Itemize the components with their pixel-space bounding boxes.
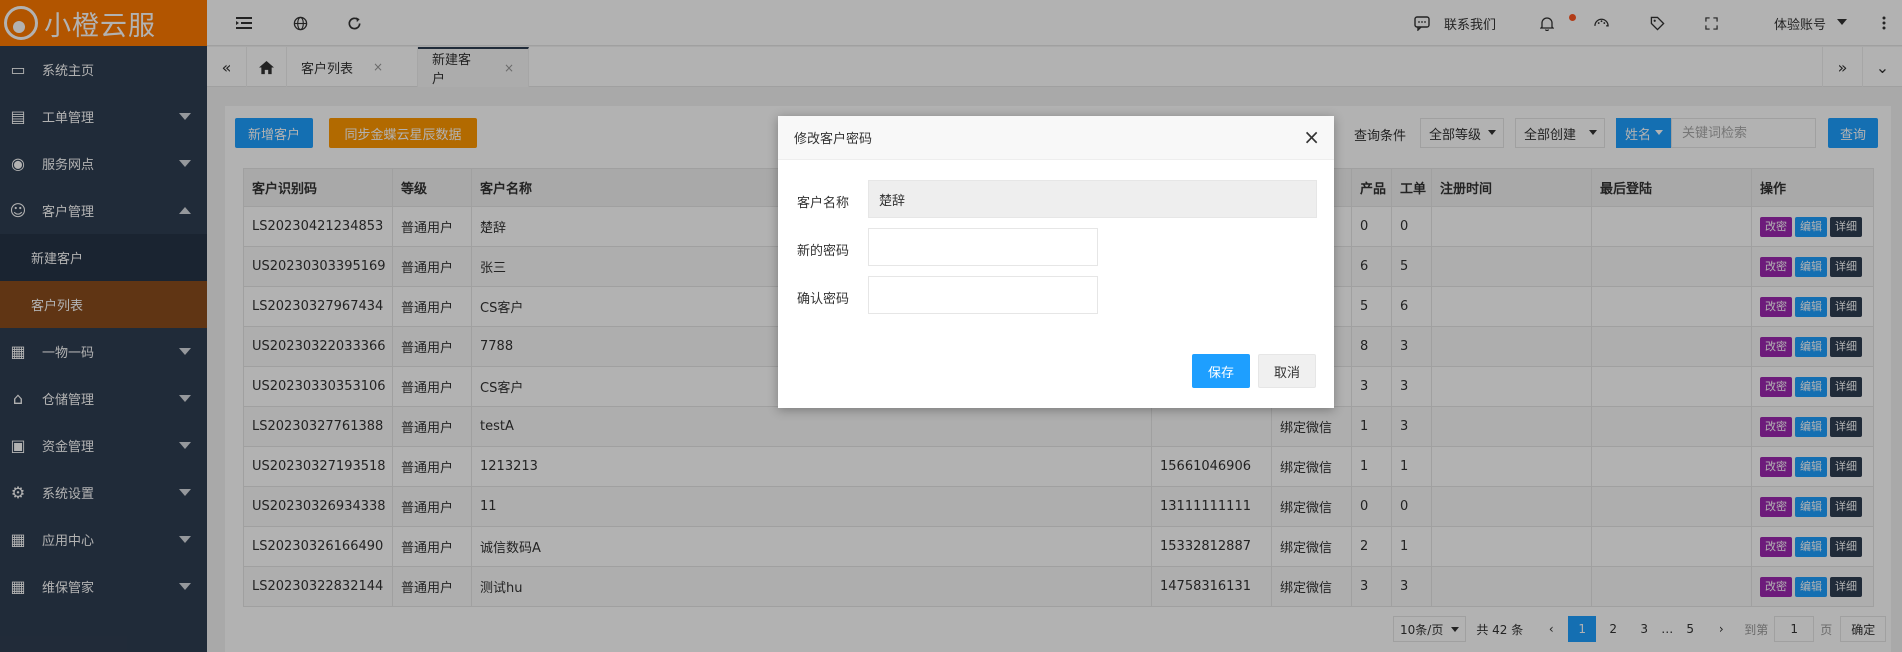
customer-name-label: 客户名称 <box>797 196 850 211</box>
new-password-label: 新的密码 <box>797 244 850 259</box>
modal-header: 修改客户密码 × <box>778 116 1334 160</box>
close-icon[interactable]: × <box>1303 127 1320 147</box>
modal-title: 修改客户密码 <box>794 132 873 147</box>
cancel-button[interactable]: 取消 <box>1258 354 1316 388</box>
confirm-password-field[interactable] <box>868 276 1098 314</box>
confirm-password-label: 确认密码 <box>797 292 850 307</box>
customer-name-field <box>868 180 1317 218</box>
new-password-field[interactable] <box>868 228 1098 266</box>
save-button[interactable]: 保存 <box>1192 354 1250 388</box>
change-password-modal: 修改客户密码 × 客户名称 新的密码 确认密码 保存 取消 <box>778 116 1334 408</box>
